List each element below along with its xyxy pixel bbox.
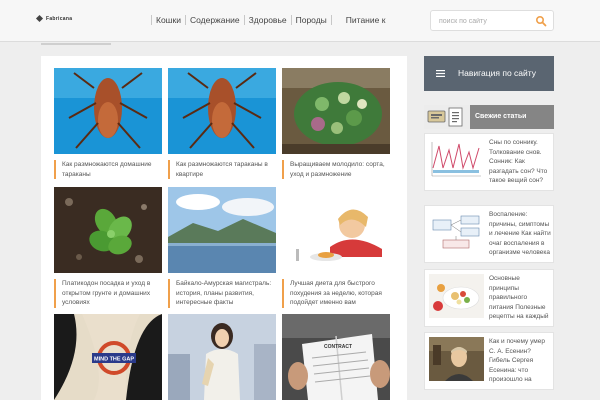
esenin-thumbnail[interactable] (429, 337, 484, 381)
article-card[interactable]: CONTRACT (282, 314, 390, 400)
nav-item-health[interactable]: Здоровье (249, 15, 287, 25)
logo-icon (36, 15, 43, 22)
mind-the-gap-text: MIND THE GAP (94, 357, 134, 363)
article-caption[interactable]: Платикодон посадка и уход в открытом гру… (54, 279, 162, 308)
search-input[interactable] (439, 15, 531, 27)
sidebar-post-title[interactable]: Основные принципы правильного питания По… (489, 274, 551, 322)
sidebar-post[interactable]: Основные принципы правильного питания По… (424, 269, 554, 327)
article-caption[interactable]: Выращиваем молодило: сорта, уход и размн… (282, 160, 390, 179)
nav-divider (243, 15, 245, 25)
menu-icon (436, 70, 445, 77)
article-card[interactable]: Байкало-Амурская магистраль: история, пл… (168, 187, 276, 308)
main-nav: Кошки Содержание Здоровье Породы Питание… (147, 15, 385, 25)
nav-item-cats[interactable]: Кошки (156, 15, 181, 25)
site-header: Fabricana Кошки Содержание Здоровье Поро… (0, 0, 600, 42)
site-logo[interactable]: Fabricana (36, 15, 72, 22)
article-card[interactable]: Как размножаются тараканы в квартире (168, 68, 276, 179)
nav-divider (330, 15, 332, 25)
succulent-garden-photo[interactable] (282, 68, 390, 154)
articles-icon (427, 107, 463, 127)
contract-text: CONTRACT (324, 344, 352, 350)
article-caption[interactable]: Как размножаются домашние тараканы (54, 160, 162, 179)
article-card[interactable]: Платикодон посадка и уход в открытом гру… (54, 187, 162, 308)
article-card[interactable] (168, 314, 276, 400)
contract-photo[interactable]: CONTRACT (282, 314, 390, 400)
landscape-photo[interactable] (168, 187, 276, 273)
fresh-articles-icons (424, 105, 470, 129)
sidebar-post-title[interactable]: Воспаление: причины, симптомы и лечение … (489, 210, 551, 258)
nav-item-breeds[interactable]: Породы (296, 15, 327, 25)
sidebar-post-title[interactable]: Как и почему умер С. А. Есенин? Гибель С… (489, 337, 551, 385)
article-caption[interactable]: Как размножаются тараканы в квартире (168, 160, 276, 179)
site-navigation-title: Навигация по сайту (458, 68, 537, 78)
article-card[interactable]: MIND THE GAP (54, 314, 162, 400)
article-card[interactable]: Выращиваем молодило: сорта, уход и размн… (282, 68, 390, 179)
healthy-food-thumbnail[interactable] (429, 274, 484, 318)
search-icon[interactable] (535, 15, 547, 27)
woman-photo[interactable] (168, 314, 276, 400)
sidebar-post-title[interactable]: Сны по соннику. Толкование снов. Сонник:… (489, 138, 551, 186)
article-caption[interactable]: Лучшая диета для быстрого похудения за н… (282, 279, 390, 308)
sidebar-post[interactable]: Воспаление: причины, симптомы и лечение … (424, 205, 554, 263)
article-caption[interactable]: Байкало-Амурская магистраль: история, пл… (168, 279, 276, 308)
nav-item-care[interactable]: Содержание (190, 15, 240, 25)
cockroach-photo[interactable] (168, 68, 276, 154)
chart-thumbnail[interactable] (429, 138, 484, 182)
plant-sprout-photo[interactable] (54, 187, 162, 273)
sidebar-post[interactable]: Сны по соннику. Толкование снов. Сонник:… (424, 133, 554, 191)
mind-the-gap-photo[interactable]: MIND THE GAP (54, 314, 162, 400)
girl-diet-photo[interactable] (282, 187, 390, 273)
diagram-thumbnail[interactable] (429, 210, 484, 254)
nav-divider (184, 15, 186, 25)
nav-divider (151, 15, 152, 25)
fresh-articles-title: Свежие статьи (475, 113, 527, 120)
search-box (430, 10, 554, 31)
articles-grid: Как размножаются домашние тараканы Как р… (41, 56, 407, 400)
article-card[interactable]: Лучшая диета для быстрого похудения за н… (282, 187, 390, 308)
site-navigation-button[interactable]: Навигация по сайту (424, 56, 554, 91)
sidebar-post[interactable]: Как и почему умер С. А. Есенин? Гибель С… (424, 332, 554, 390)
article-card[interactable]: Как размножаются домашние тараканы (54, 68, 162, 179)
fresh-articles-header: Свежие статьи (424, 105, 554, 129)
nav-divider (290, 15, 292, 25)
breadcrumb-bar (41, 43, 111, 45)
cockroach-photo[interactable] (54, 68, 162, 154)
logo-text: Fabricana (46, 15, 73, 22)
nav-item-nutrition[interactable]: Питание к (346, 15, 386, 25)
